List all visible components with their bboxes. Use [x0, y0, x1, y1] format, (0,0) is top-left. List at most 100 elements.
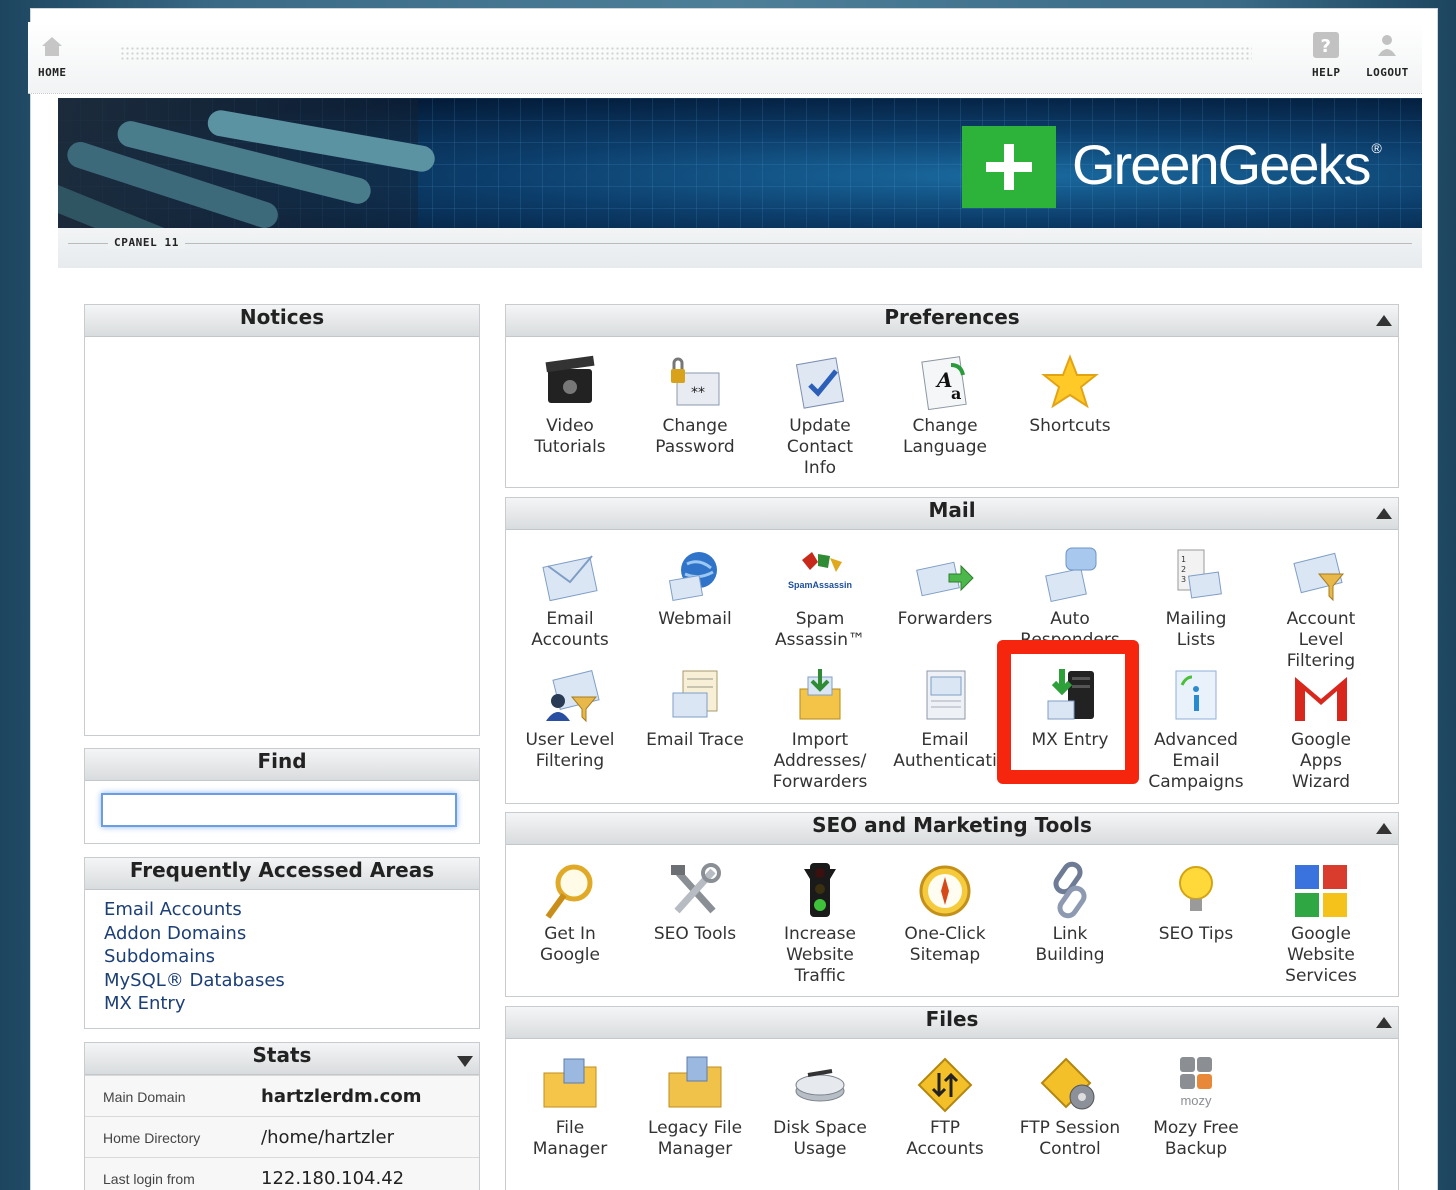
preferences-collapse-toggle[interactable]	[1376, 315, 1392, 326]
mail-item-0[interactable]: Email Accounts	[508, 544, 632, 651]
home-label: HOME	[38, 66, 67, 79]
mail-item-7[interactable]: User Level Filtering	[508, 665, 632, 772]
mail-item-10[interactable]: Email Authenticati	[883, 665, 1007, 772]
mail-item-label: MX Entry	[1031, 730, 1109, 750]
cpanel-version-label: CPANEL 11	[108, 236, 186, 249]
traffic-light-icon	[788, 859, 852, 923]
svg-text:mozy: mozy	[1180, 1093, 1212, 1108]
folder-icon	[538, 1053, 602, 1117]
preferences-item-label: Video Tutorials	[534, 416, 606, 457]
mail-item-9[interactable]: Import Addresses/ Forwarders	[758, 665, 882, 793]
webmail-icon	[663, 544, 727, 608]
svg-text:a: a	[951, 384, 961, 403]
mozy-icon: mozy	[1164, 1053, 1228, 1117]
help-button[interactable]: ? HELP	[1312, 32, 1341, 79]
disk-icon	[788, 1053, 852, 1117]
files-item-5[interactable]: mozy Mozy Free Backup	[1134, 1053, 1258, 1160]
brand-banner: GreenGeeks ®	[58, 98, 1422, 228]
import-icon	[788, 665, 852, 729]
files-panel: Files File Manager Legacy File Manager Dis…	[505, 1006, 1399, 1190]
compass-icon	[913, 859, 977, 923]
seo-item-label: Increase Website Traffic	[784, 924, 856, 986]
preferences-item-0[interactable]: Video Tutorials	[508, 351, 632, 458]
seo-item-3[interactable]: One-Click Sitemap	[883, 859, 1007, 966]
files-item-4[interactable]: FTP Session Control	[1008, 1053, 1132, 1160]
preferences-item-3[interactable]: Aa Change Language	[883, 351, 1007, 458]
preferences-item-label: Update Contact Info	[786, 416, 854, 478]
preferences-item-1[interactable]: ** Change Password	[633, 351, 757, 458]
help-label: HELP	[1312, 66, 1341, 79]
mail-item-1[interactable]: Webmail	[633, 544, 757, 630]
star-icon	[1038, 351, 1102, 415]
mail-item-4[interactable]: Auto Responders	[1008, 544, 1132, 651]
freq-link-subdomains[interactable]: Subdomains	[104, 945, 479, 969]
mail-item-6[interactable]: Account Level Filtering	[1259, 544, 1383, 672]
svg-text:3: 3	[1181, 575, 1186, 584]
preferences-item-4[interactable]: Shortcuts	[1008, 351, 1132, 437]
mail-collapse-toggle[interactable]	[1376, 508, 1392, 519]
preferences-item-label: Shortcuts	[1029, 416, 1111, 436]
mail-item-label: Spam Assassin™	[775, 609, 865, 650]
seo-item-1[interactable]: SEO Tools	[633, 859, 757, 945]
files-item-3[interactable]: FTP Accounts	[883, 1053, 1007, 1160]
mail-item-13[interactable]: Google Apps Wizard	[1259, 665, 1383, 793]
mail-item-2[interactable]: SpamAssassin Spam Assassin™	[758, 544, 882, 651]
seo-item-5[interactable]: SEO Tips	[1134, 859, 1258, 945]
stat-key: Home Directory	[103, 1130, 201, 1146]
seo-item-6[interactable]: Google Website Services	[1259, 859, 1383, 987]
stat-key: Main Domain	[103, 1089, 186, 1105]
freq-link-mx-entry[interactable]: MX Entry	[104, 992, 479, 1016]
seo-item-4[interactable]: Link Building	[1008, 859, 1132, 966]
legacy-folder-icon	[663, 1053, 727, 1117]
mail-item-12[interactable]: Advanced Email Campaigns	[1134, 665, 1258, 793]
preferences-item-2[interactable]: Update Contact Info	[758, 351, 882, 479]
mail-item-8[interactable]: Email Trace	[633, 665, 757, 751]
help-icon: ?	[1313, 32, 1340, 58]
seo-collapse-toggle[interactable]	[1376, 823, 1392, 834]
files-item-1[interactable]: Legacy File Manager	[633, 1053, 757, 1160]
mail-item-5[interactable]: 1 2 3 Mailing Lists	[1134, 544, 1258, 651]
files-item-2[interactable]: Disk Space Usage	[758, 1053, 882, 1160]
email-auth-icon	[913, 665, 977, 729]
stats-collapse-toggle[interactable]	[457, 1056, 473, 1067]
files-item-label: FTP Accounts	[906, 1118, 984, 1159]
files-item-label: FTP Session Control	[1019, 1118, 1121, 1159]
ftp-session-icon	[1038, 1053, 1102, 1117]
preferences-item-label: Change Language	[903, 416, 987, 457]
mail-item-label: Email Trace	[646, 730, 744, 750]
mail-item-label: Google Apps Wizard	[1291, 730, 1351, 792]
stat-value: /home/hartzler	[261, 1127, 394, 1148]
files-collapse-toggle[interactable]	[1376, 1017, 1392, 1028]
notices-header: Notices	[85, 305, 479, 337]
home-button[interactable]: HOME	[38, 32, 67, 79]
spamassassin-icon: SpamAssassin	[788, 544, 852, 608]
mail-item-11[interactable]: MX Entry	[1008, 665, 1132, 751]
notices-panel: Notices	[84, 304, 480, 736]
mail-item-label: Forwarders	[897, 609, 993, 629]
google-icon	[1289, 859, 1353, 923]
find-input[interactable]	[101, 793, 457, 827]
seo-item-2[interactable]: Increase Website Traffic	[758, 859, 882, 987]
freq-link-mysql-databases[interactable]: MySQL® Databases	[104, 969, 479, 993]
seo-item-0[interactable]: Get In Google	[508, 859, 632, 966]
seo-panel: SEO and Marketing Tools Get In Google SEO…	[505, 812, 1399, 997]
account-filter-icon	[1289, 544, 1353, 608]
top-navigation: HOME ? HELP LOGOUT	[28, 22, 1422, 94]
preferences-header: Preferences	[506, 305, 1398, 337]
freq-link-email-accounts[interactable]: Email Accounts	[104, 898, 479, 922]
frequently-accessed-panel: Frequently Accessed Areas Email Accounts…	[84, 857, 480, 1029]
svg-text:A: A	[935, 368, 953, 392]
svg-text:1: 1	[1181, 555, 1186, 564]
freq-link-addon-domains[interactable]: Addon Domains	[104, 922, 479, 946]
autoresponder-icon	[1038, 544, 1102, 608]
lightbulb-icon	[1164, 859, 1228, 923]
mail-panel: Mail Email Accounts Webmail SpamAssassin Sp…	[505, 497, 1399, 804]
files-item-0[interactable]: File Manager	[508, 1053, 632, 1160]
mail-item-label: Mailing Lists	[1165, 609, 1227, 650]
mail-item-3[interactable]: Forwarders	[883, 544, 1007, 630]
logout-button[interactable]: LOGOUT	[1366, 32, 1409, 79]
language-icon: Aa	[913, 351, 977, 415]
mailing-list-icon: 123	[1164, 544, 1228, 608]
gmail-icon	[1289, 665, 1353, 729]
frequently-accessed-header: Frequently Accessed Areas	[85, 858, 479, 890]
